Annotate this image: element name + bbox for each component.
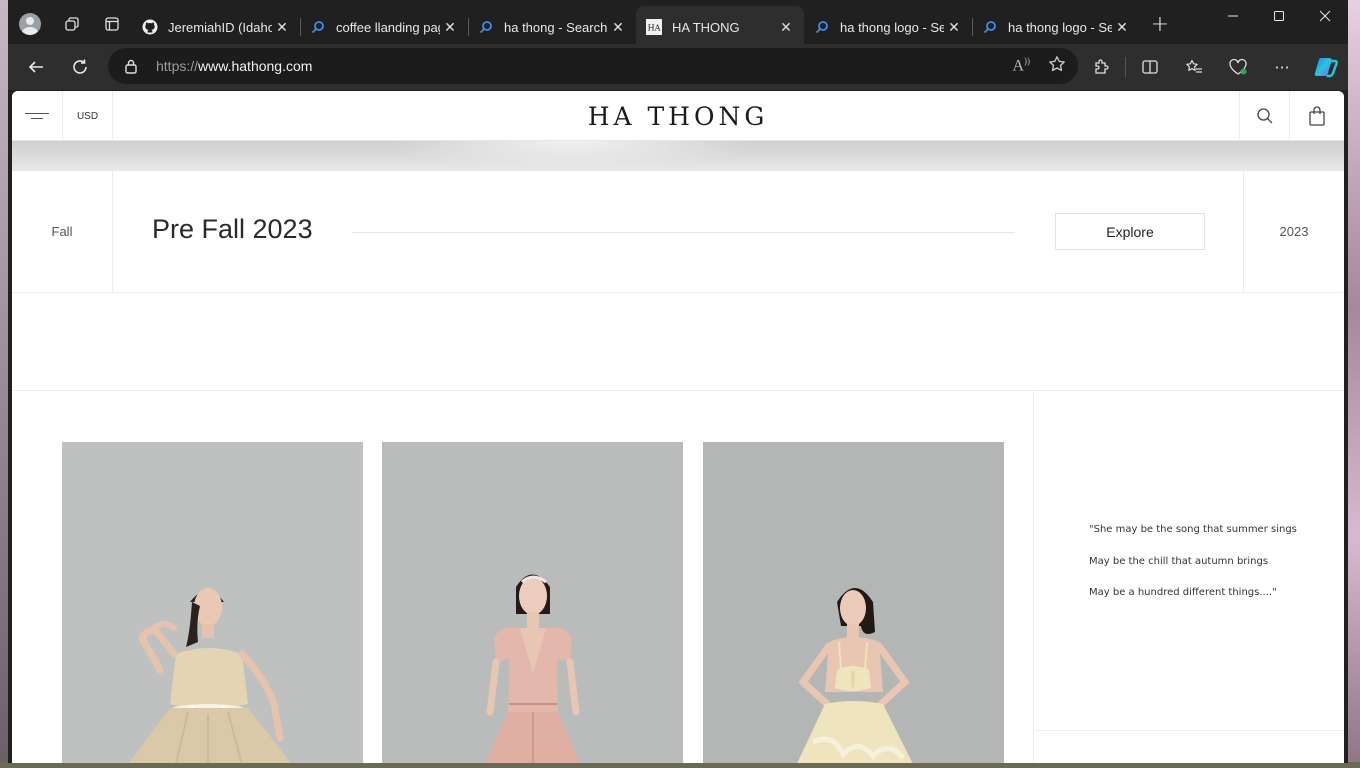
close-icon[interactable]: ✕: [776, 19, 796, 36]
read-aloud-icon[interactable]: A)): [1012, 56, 1030, 75]
search-icon: [310, 19, 326, 35]
more-options-icon[interactable]: ···: [1260, 44, 1304, 90]
extensions-icon[interactable]: [1079, 44, 1123, 90]
product-gallery: [12, 391, 1034, 763]
avatar-icon: [19, 13, 41, 35]
new-tab-button[interactable]: +: [1140, 0, 1180, 48]
tab-actions-icon[interactable]: [92, 0, 132, 48]
collection-title: Pre Fall 2023: [152, 214, 313, 244]
quote-line: May be the chill that autumn brings: [1089, 556, 1269, 567]
address-bar[interactable]: https://www.hathong.com A)): [108, 48, 1078, 84]
menu-button[interactable]: [12, 91, 63, 141]
back-button[interactable]: [14, 49, 58, 85]
tab-title: coffee llanding pag: [336, 19, 440, 35]
cart-button[interactable]: [1289, 91, 1344, 141]
cream-two-piece-photo[interactable]: [703, 442, 1004, 763]
currency-selector[interactable]: USD: [63, 91, 113, 141]
split-screen-icon[interactable]: [1128, 44, 1172, 90]
svg-text:HA: HA: [648, 24, 661, 33]
tab-github[interactable]: JeremiahID (Idahos ✕: [132, 9, 301, 45]
lock-icon[interactable]: [124, 58, 138, 74]
copilot-icon[interactable]: [1304, 44, 1348, 90]
workspaces-icon[interactable]: [52, 0, 92, 48]
browser-toolbar: https://www.hathong.com A)) ···: [8, 44, 1348, 90]
github-icon: [142, 19, 158, 35]
profile-button[interactable]: [8, 0, 52, 48]
year-label: 2023: [1243, 171, 1344, 292]
search-icon: [982, 19, 998, 35]
hamburger-icon: [25, 113, 49, 119]
favorite-star-icon[interactable]: [1048, 55, 1066, 77]
quote-line: "She may be the song that summer sings: [1089, 524, 1297, 535]
refresh-button[interactable]: [58, 49, 102, 85]
tab-logo-search-2[interactable]: ha thong logo - Se ✕: [972, 9, 1140, 45]
close-icon[interactable]: ✕: [944, 19, 964, 36]
search-icon: [478, 19, 494, 35]
divider: [352, 232, 1015, 233]
quote-line: May be a hundred different things....": [1089, 587, 1277, 598]
pink-dress-photo[interactable]: [382, 442, 683, 763]
shopping-bag-icon: [1309, 106, 1325, 126]
collection-banner: Fall Pre Fall 2023 Explore 2023: [12, 171, 1344, 293]
explore-button[interactable]: Explore: [1055, 213, 1205, 250]
tab-title: HA THONG: [672, 19, 740, 35]
site-logo[interactable]: HA THONG: [588, 102, 769, 131]
season-label: Fall: [12, 171, 113, 292]
section-spacer: [12, 293, 1344, 391]
tab-title: ha thong logo - Se: [1008, 19, 1112, 35]
tab-title: ha thong - Search: [504, 19, 608, 35]
close-icon[interactable]: ✕: [1112, 19, 1132, 36]
site-header: USD HA THONG: [12, 91, 1344, 141]
tab-logo-search-1[interactable]: ha thong logo - Se ✕: [804, 9, 973, 45]
maximize-button[interactable]: [1256, 0, 1302, 32]
close-icon[interactable]: ✕: [440, 19, 460, 36]
tab-title: ha thong logo - Se: [840, 19, 944, 35]
search-icon: [814, 19, 830, 35]
close-icon[interactable]: ✕: [608, 19, 628, 36]
tab-hathong-active[interactable]: HA HA THONG ✕: [636, 6, 804, 48]
tab-coffee-search[interactable]: coffee llanding pag ✕: [300, 9, 469, 45]
url-text[interactable]: https://www.hathong.com: [156, 58, 312, 74]
browser-essentials-icon[interactable]: [1216, 44, 1260, 90]
search-button[interactable]: [1239, 91, 1289, 141]
close-window-button[interactable]: [1302, 0, 1348, 32]
ha-thong-icon: HA: [646, 19, 662, 35]
close-icon[interactable]: ✕: [272, 19, 292, 36]
champagne-gown-photo[interactable]: [62, 442, 363, 763]
hero-image-bottom: [12, 141, 1344, 171]
tab-hathong-search[interactable]: ha thong - Search ✕: [468, 9, 636, 45]
tab-title: JeremiahID (Idahos: [168, 19, 272, 35]
favorites-icon[interactable]: [1172, 44, 1216, 90]
quote-panel: "She may be the song that summer sings M…: [1035, 391, 1344, 731]
tab-strip: JeremiahID (Idahos ✕ coffee llanding pag…: [8, 0, 1348, 48]
web-page: USD HA THONG Fall Pre Fall 2023 Explore …: [12, 91, 1344, 763]
browser-window: JeremiahID (Idahos ✕ coffee llanding pag…: [8, 0, 1348, 763]
search-icon: [1256, 108, 1272, 124]
minimize-button[interactable]: [1210, 0, 1256, 32]
